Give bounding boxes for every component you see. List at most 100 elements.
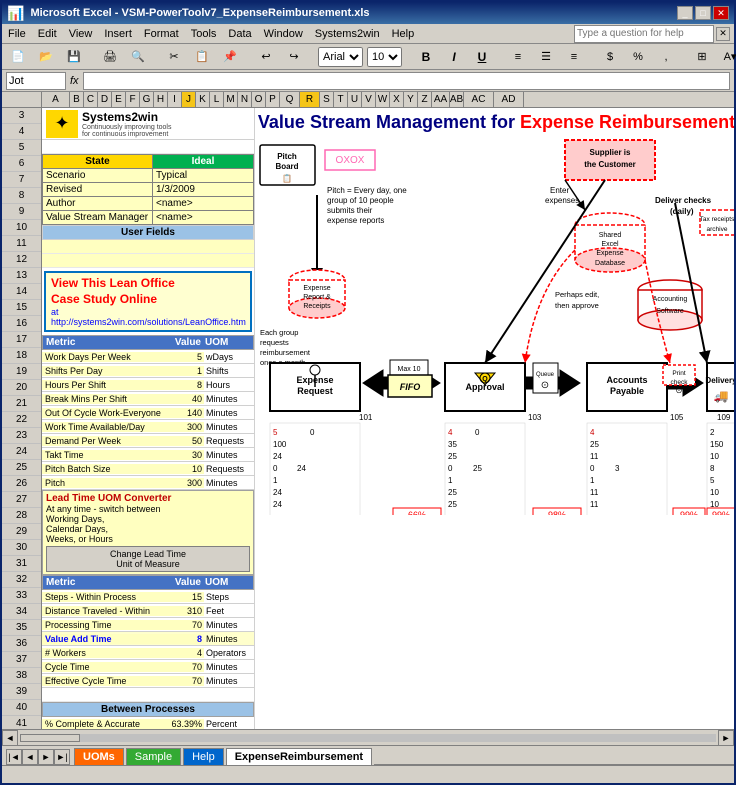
col-header-z[interactable]: Z [418, 92, 432, 107]
ideal-header-cell[interactable]: Ideal [153, 155, 254, 169]
maximize-button[interactable]: □ [695, 6, 711, 20]
col-header-j[interactable]: J [182, 92, 196, 107]
align-center-button[interactable]: ☰ [534, 47, 558, 67]
menu-view[interactable]: View [63, 27, 99, 41]
lean-link[interactable]: at http://systems2win.com/solutions/Lean… [51, 307, 245, 327]
scenario-val-cell[interactable]: Typical [153, 169, 254, 183]
paste-button[interactable]: 📌 [218, 47, 242, 67]
col-header-e[interactable]: E [112, 92, 126, 107]
close-button[interactable]: ✕ [713, 6, 729, 20]
menu-tools[interactable]: Tools [185, 27, 223, 41]
save-button[interactable]: 💾 [62, 47, 86, 67]
col-header-p[interactable]: P [266, 92, 280, 107]
scroll-left-button[interactable]: ◄ [2, 730, 18, 746]
vsm-val-cell[interactable]: <name> [153, 211, 254, 225]
menu-insert[interactable]: Insert [98, 27, 138, 41]
help-close-button[interactable]: ✕ [716, 27, 730, 41]
user-field-2[interactable] [42, 254, 254, 268]
formula-input[interactable] [83, 72, 730, 90]
menu-systems2win[interactable]: Systems2win [309, 27, 386, 41]
tab-uoms[interactable]: UOMs [74, 748, 124, 765]
minimize-button[interactable]: _ [677, 6, 693, 20]
col-header-l[interactable]: L [210, 92, 224, 107]
revised-val-cell[interactable]: 1/3/2009 [153, 183, 254, 197]
change-lead-time-button[interactable]: Change Lead TimeUnit of Measure [46, 546, 250, 572]
user-field-1[interactable] [42, 240, 254, 254]
svg-text:1: 1 [590, 476, 595, 485]
tab-help[interactable]: Help [183, 748, 224, 765]
col-header-ad[interactable]: AD [494, 92, 524, 107]
menu-window[interactable]: Window [258, 27, 309, 41]
col-header-n[interactable]: N [238, 92, 252, 107]
tab-scroll-first[interactable]: |◄ [6, 749, 22, 765]
window-controls[interactable]: _ □ ✕ [677, 6, 729, 20]
col-header-ab[interactable]: AB [450, 92, 464, 107]
preview-button[interactable]: 🔍 [126, 47, 150, 67]
tab-scroll-last[interactable]: ►| [54, 749, 70, 765]
col-header-a[interactable]: A [42, 92, 70, 107]
col-header-t[interactable]: T [334, 92, 348, 107]
cut-button[interactable]: ✂ [162, 47, 186, 67]
col-header-w[interactable]: W [376, 92, 390, 107]
border-button[interactable]: ⊞ [690, 47, 714, 67]
align-left-button[interactable]: ≡ [506, 47, 530, 67]
menu-data[interactable]: Data [222, 27, 257, 41]
new-button[interactable]: 📄 [6, 47, 30, 67]
comma-button[interactable]: , [654, 47, 678, 67]
open-button[interactable]: 📂 [34, 47, 58, 67]
menu-help[interactable]: Help [386, 27, 421, 41]
col-header-v[interactable]: V [362, 92, 376, 107]
author-val-cell[interactable]: <name> [153, 197, 254, 211]
metric-uom-1: Shifts [204, 366, 254, 376]
scroll-thumb[interactable] [20, 734, 80, 742]
italic-button[interactable]: I [442, 47, 466, 67]
col-header-i[interactable]: I [168, 92, 182, 107]
font-selector[interactable]: Arial [318, 47, 363, 67]
col-header-o[interactable]: O [252, 92, 266, 107]
sheet-content: ✦ Systems2win Continuously improving too… [42, 108, 734, 729]
row-22: 22 [2, 412, 41, 428]
col-header-d[interactable]: D [98, 92, 112, 107]
col-header-g[interactable]: G [140, 92, 154, 107]
col-header-r[interactable]: R [300, 92, 320, 107]
tab-sample[interactable]: Sample [126, 748, 181, 765]
col-header-u[interactable]: U [348, 92, 362, 107]
col-header-h[interactable]: H [154, 92, 168, 107]
print-button[interactable]: 🖨 [98, 47, 122, 67]
col-header-k[interactable]: K [196, 92, 210, 107]
scroll-right-button[interactable]: ► [718, 730, 734, 746]
col-header-c[interactable]: C [84, 92, 98, 107]
undo-button[interactable]: ↩ [254, 47, 278, 67]
menu-edit[interactable]: Edit [32, 27, 63, 41]
cell-reference-box[interactable] [6, 72, 66, 90]
fill-color-button[interactable]: A▾ [718, 47, 736, 67]
bold-button[interactable]: B [414, 47, 438, 67]
menu-format[interactable]: Format [138, 27, 185, 41]
align-right-button[interactable]: ≡ [562, 47, 586, 67]
menu-file[interactable]: File [2, 27, 32, 41]
underline-button[interactable]: U [470, 47, 494, 67]
svg-text:101: 101 [359, 413, 373, 422]
metric-value-4: 140 [166, 408, 204, 418]
col-header-b[interactable]: B [70, 92, 84, 107]
col-header-y[interactable]: Y [404, 92, 418, 107]
help-search[interactable] [574, 25, 714, 43]
copy-button[interactable]: 📋 [190, 47, 214, 67]
col-header-q[interactable]: Q [280, 92, 300, 107]
redo-button[interactable]: ↪ [282, 47, 306, 67]
tab-expense-reimbursement[interactable]: ExpenseReimbursement [226, 748, 372, 765]
tab-scroll-prev[interactable]: ◄ [22, 749, 38, 765]
col-header-m[interactable]: M [224, 92, 238, 107]
col-header-f[interactable]: F [126, 92, 140, 107]
col-header-s[interactable]: S [320, 92, 334, 107]
font-size-selector[interactable]: 10 [367, 47, 402, 67]
state-header-cell[interactable]: State [43, 155, 153, 169]
col-header-x[interactable]: X [390, 92, 404, 107]
tab-scroll-next[interactable]: ► [38, 749, 54, 765]
scroll-track[interactable] [20, 734, 716, 742]
row-17: 17 [2, 332, 41, 348]
col-header-aa[interactable]: AA [432, 92, 450, 107]
percent-button[interactable]: % [626, 47, 650, 67]
currency-button[interactable]: $ [598, 47, 622, 67]
col-header-ac[interactable]: AC [464, 92, 494, 107]
